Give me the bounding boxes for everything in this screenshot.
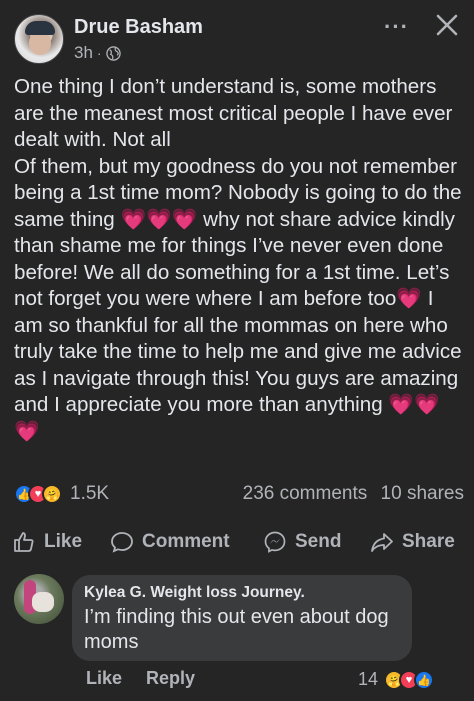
- comment-reaction-count[interactable]: 14: [358, 669, 378, 690]
- author-name[interactable]: Drue Basham: [74, 16, 203, 39]
- comment-item: Kylea G. Weight loss Journey. I’m findin…: [0, 572, 474, 672]
- reaction-count[interactable]: 1.5K: [70, 483, 109, 505]
- messenger-icon: [264, 531, 286, 553]
- comment-button[interactable]: Comment: [110, 530, 230, 554]
- comment-text: I’m finding this out even about dog moms: [84, 606, 389, 653]
- comment-label: Comment: [142, 531, 230, 552]
- reactions-summary[interactable]: 👍 ♥ 🤗 1.5K 236 comments 10 shares: [14, 481, 464, 507]
- author-avatar[interactable]: [14, 14, 64, 64]
- post-text: One thing I don’t understand is, some mo…: [14, 75, 462, 443]
- send-label: Send: [295, 531, 342, 552]
- comment-reaction-icons[interactable]: 🤗 ♥ 👍: [384, 670, 434, 690]
- commenter-avatar[interactable]: [14, 574, 64, 624]
- like-label: Like: [44, 531, 83, 552]
- commenter-name[interactable]: Kylea G. Weight loss Journey.: [84, 584, 305, 602]
- comment-icon: [111, 532, 133, 553]
- meta-separator: ·: [96, 45, 102, 61]
- comment-like-button[interactable]: Like: [86, 668, 122, 689]
- like-icon: [14, 532, 34, 552]
- share-button[interactable]: Share: [370, 530, 455, 554]
- comment-bubble[interactable]: Kylea G. Weight loss Journey. I’m findin…: [72, 575, 412, 661]
- more-options-button[interactable]: ···: [384, 14, 409, 40]
- comments-count[interactable]: 236 comments: [243, 483, 368, 504]
- post-action-bar: Like Comment Send Share: [0, 520, 474, 564]
- share-icon: [371, 533, 393, 552]
- post-meta: 3h ·: [74, 43, 121, 63]
- like-button[interactable]: Like: [12, 530, 82, 554]
- engagement-counts: 236 comments 10 shares: [243, 483, 464, 505]
- shares-count[interactable]: 10 shares: [381, 483, 464, 504]
- comment-actions: Like Reply 14 🤗 ♥ 👍: [0, 668, 474, 694]
- reaction-icons[interactable]: 👍 ♥ 🤗: [14, 484, 62, 504]
- like-reaction-icon: 👍: [414, 670, 434, 690]
- comment-reply-button[interactable]: Reply: [146, 668, 195, 689]
- post-header: Drue Basham 3h · ···: [0, 0, 474, 70]
- care-reaction-icon: 🤗: [42, 484, 62, 504]
- close-icon[interactable]: [432, 10, 462, 40]
- post-time[interactable]: 3h: [74, 43, 93, 63]
- share-label: Share: [402, 531, 455, 552]
- globe-icon: [105, 45, 121, 61]
- send-button[interactable]: Send: [263, 530, 341, 554]
